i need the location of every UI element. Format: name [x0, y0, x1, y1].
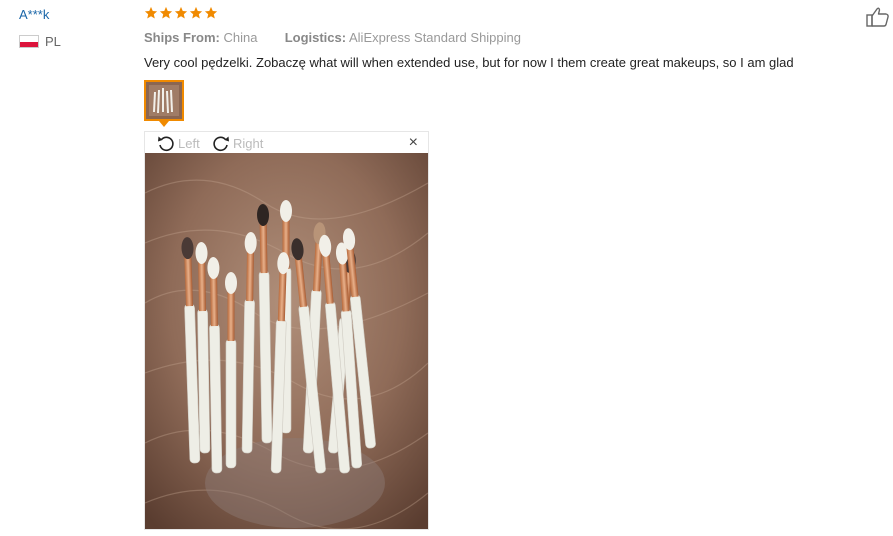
logistics-label: Logistics:: [284, 30, 347, 45]
star-rating: [144, 6, 218, 20]
review-photo: [145, 153, 428, 529]
star-icon: [204, 6, 218, 19]
rotate-right-icon: [213, 136, 229, 152]
review-text: Very cool pędzelki. Zobaczę what will wh…: [144, 55, 794, 70]
poland-flag-icon: [19, 35, 39, 48]
review-photo-thumbnail[interactable]: [144, 80, 184, 121]
rotate-right-button[interactable]: Right: [211, 133, 263, 153]
star-icon: [159, 6, 173, 19]
logistics-value: AliExpress Standard Shipping: [349, 30, 521, 45]
rotate-left-button[interactable]: Left: [156, 133, 200, 153]
rotate-left-icon: [158, 136, 174, 152]
close-viewer-button[interactable]: ×: [409, 134, 418, 152]
viewer-toolbar: Left Right ×: [145, 132, 428, 153]
rotate-right-label: Right: [233, 135, 264, 151]
rotate-left-label: Left: [178, 135, 200, 151]
reviewer-country: PL: [19, 34, 61, 49]
ships-from-label: Ships From:: [144, 30, 220, 45]
ships-from-value: China: [223, 30, 258, 45]
star-icon: [144, 6, 158, 19]
reviewer-name[interactable]: A***k: [19, 7, 49, 22]
thumbnail-active-caret: [159, 121, 169, 127]
star-icon: [189, 6, 203, 19]
star-icon: [174, 6, 188, 19]
shipping-meta: Ships From: China Logistics: AliExpress …: [144, 30, 521, 45]
helpful-thumbs-up-icon[interactable]: [866, 6, 890, 28]
photo-viewer: Left Right ×: [144, 131, 429, 530]
country-code: PL: [45, 34, 61, 49]
